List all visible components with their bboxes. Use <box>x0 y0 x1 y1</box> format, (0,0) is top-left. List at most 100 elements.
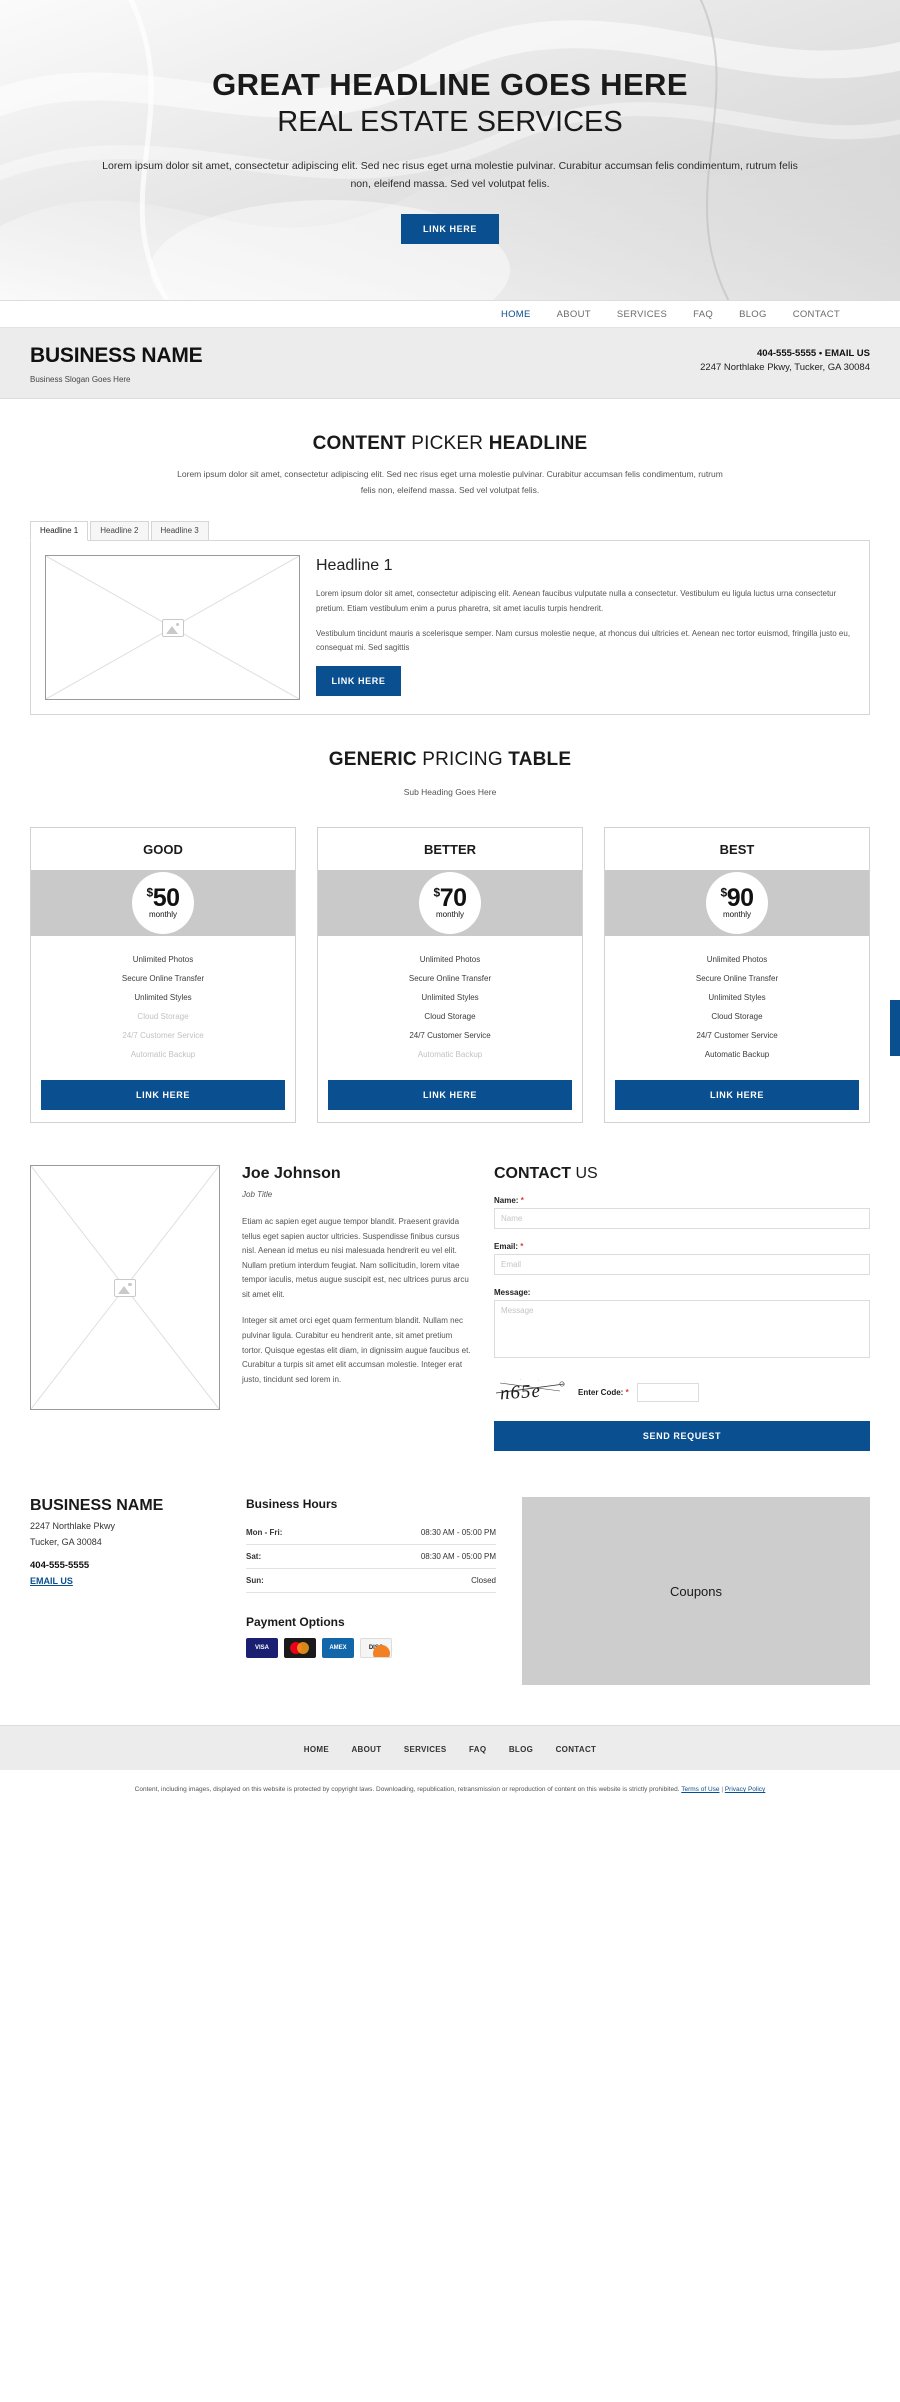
nav-item-faq[interactable]: FAQ <box>693 309 713 320</box>
email-input[interactable] <box>494 1254 870 1276</box>
footer-nav-blog[interactable]: BLOG <box>509 1745 533 1754</box>
content-tabs: Headline 1 Headline 2 Headline 3 Headlin… <box>30 520 870 716</box>
footer-nav-home[interactable]: HOME <box>304 1745 329 1754</box>
plan-price-band-good: $50 monthly <box>31 870 295 937</box>
captcha-image: . · · n65e <box>494 1377 570 1408</box>
footer-nav-about[interactable]: ABOUT <box>351 1745 381 1754</box>
captcha-row: . · · n65e Enter Code: * <box>494 1377 870 1408</box>
pricing-subheading: Sub Heading Goes Here <box>403 787 497 798</box>
plan-name-best: BEST <box>719 842 755 858</box>
plan-feature-disabled: Automatic Backup <box>417 1050 483 1060</box>
legal-bar: Content, including images, displayed on … <box>0 1770 900 1816</box>
bio-job-title: Job Title <box>242 1190 273 1200</box>
bio-person-name: Joe Johnson <box>242 1165 341 1183</box>
send-request-button[interactable]: SEND REQUEST <box>494 1421 870 1452</box>
contact-title-part2: US <box>575 1165 598 1183</box>
privacy-policy-link[interactable]: Privacy Policy <box>725 1786 765 1793</box>
plan-amount-value-good: 50 <box>152 883 180 912</box>
bio-content: Joe Johnson Job Title Etiam ac sapien eg… <box>242 1165 472 1451</box>
tab-headline-1[interactable]: Headline 1 <box>30 521 89 542</box>
plan-feature: Unlimited Styles <box>421 993 479 1003</box>
pricing-card-best: BEST $90 monthly Unlimited Photos Secure… <box>604 827 870 1124</box>
business-slogan: Business Slogan Goes Here <box>30 375 131 384</box>
pricing-header: GENERIC PRICING TABLE Sub Heading Goes H… <box>30 749 870 801</box>
plan-name-better: BETTER <box>424 842 476 858</box>
hours-time: 08:30 AM - 05:00 PM <box>327 1544 496 1570</box>
tab-paragraph-1: Lorem ipsum dolor sit amet, consectetur … <box>316 589 837 613</box>
hero-link-button[interactable]: LINK HERE <box>401 213 499 244</box>
tab-headline-3[interactable]: Headline 3 <box>150 521 209 541</box>
pricing-title-part2: PRICING <box>422 749 503 771</box>
footer-nav-services[interactable]: SERVICES <box>404 1745 447 1754</box>
footer-nav-contact[interactable]: CONTACT <box>556 1745 597 1754</box>
email-label-text: Email: <box>494 1242 519 1252</box>
plan-amount-value-better: 70 <box>439 883 467 912</box>
plan-link-button-good[interactable]: LINK HERE <box>41 1080 285 1111</box>
side-edge-tab[interactable] <box>890 1000 900 1056</box>
tab-content: Headline 1 Lorem ipsum dolor sit amet, c… <box>316 555 855 700</box>
content-picker-title-part2: PICKER <box>411 433 484 454</box>
hours-day: Mon - Fri: <box>246 1521 328 1546</box>
nav-item-blog[interactable]: BLOG <box>739 309 767 320</box>
nav-item-about[interactable]: ABOUT <box>557 309 591 320</box>
image-placeholder-icon <box>114 1278 136 1297</box>
terms-of-use-link[interactable]: Terms of Use <box>681 1786 719 1793</box>
tab-link-button[interactable]: LINK HERE <box>316 665 401 696</box>
discover-icon: DISC <box>360 1638 392 1659</box>
business-phone-email[interactable]: 404-555-5555 • EMAIL US <box>700 348 870 359</box>
plan-link-button-best[interactable]: LINK HERE <box>615 1080 859 1111</box>
contact-form: CONTACT US Name: * Email: * Message: . · <box>494 1165 870 1452</box>
footer-address-line-1: 2247 Northlake Pkwy <box>30 1521 116 1532</box>
pricing-cards: GOOD $50 monthly Unlimited Photos Secure… <box>30 827 870 1124</box>
footer-business-name: BUSINESS NAME <box>30 1497 164 1515</box>
contact-title-part1: CONTACT <box>494 1165 572 1183</box>
plan-price-circle-good: $50 monthly <box>132 872 194 935</box>
business-name: BUSINESS NAME <box>30 344 203 367</box>
email-field-label: Email: * <box>494 1242 870 1251</box>
content-picker-header: CONTENT PICKER HEADLINE Lorem ipsum dolo… <box>30 433 870 498</box>
captcha-code-input[interactable] <box>636 1382 699 1402</box>
visa-icon: VISA <box>246 1638 278 1659</box>
business-hours-title: Business Hours <box>246 1497 338 1512</box>
content-picker-title: CONTENT PICKER HEADLINE <box>30 433 870 455</box>
plan-price-band-best: $90 monthly <box>605 870 869 937</box>
footer-nav-faq[interactable]: FAQ <box>469 1745 486 1754</box>
plan-feature: Unlimited Styles <box>708 993 766 1003</box>
plan-feature: Secure Online Transfer <box>408 974 492 984</box>
hours-row: Sun: Closed <box>246 1568 496 1594</box>
tab-headline-2[interactable]: Headline 2 <box>90 521 149 541</box>
hours-day: Sun: <box>246 1568 328 1594</box>
tab-image-placeholder <box>45 555 300 701</box>
pricing-card-better: BETTER $70 monthly Unlimited Photos Secu… <box>317 827 583 1124</box>
pricing-section: GENERIC PRICING TABLE Sub Heading Goes H… <box>0 749 900 801</box>
contact-title: CONTACT US <box>494 1165 870 1183</box>
nav-item-home[interactable]: HOME <box>501 309 531 320</box>
hero-banner: GREAT HEADLINE GOES HERE REAL ESTATE SER… <box>0 0 900 300</box>
business-hours-table: Mon - Fri: 08:30 AM - 05:00 PM Sat: 08:3… <box>246 1521 496 1594</box>
plan-feature: 24/7 Customer Service <box>696 1031 778 1041</box>
content-picker-subtitle: Lorem ipsum dolor sit amet, consectetur … <box>177 469 723 495</box>
footer-phone: 404-555-5555 <box>30 1560 90 1572</box>
plan-period-good: monthly <box>148 910 177 920</box>
name-input[interactable] <box>494 1208 870 1230</box>
plan-feature: Cloud Storage <box>424 1012 476 1022</box>
nav-item-contact[interactable]: CONTACT <box>793 309 840 320</box>
plan-link-button-better[interactable]: LINK HERE <box>328 1080 572 1111</box>
nav-item-services[interactable]: SERVICES <box>617 309 667 320</box>
tab-strip: Headline 1 Headline 2 Headline 3 <box>30 520 870 542</box>
coupons-panel[interactable]: Coupons <box>522 1497 870 1686</box>
hours-day: Sat: <box>246 1544 328 1570</box>
footer-email-link[interactable]: EMAIL US <box>30 1576 73 1586</box>
plan-features-good: Unlimited Photos Secure Online Transfer … <box>31 936 295 1074</box>
plan-feature-disabled: Cloud Storage <box>137 1012 189 1022</box>
message-textarea[interactable] <box>494 1300 870 1359</box>
bio-paragraph-1: Etiam ac sapien eget augue tempor blandi… <box>242 1217 469 1299</box>
plan-amount-good: $50 <box>147 883 180 912</box>
plan-feature: Cloud Storage <box>711 1012 763 1022</box>
footer-navigation: HOME ABOUT SERVICES FAQ BLOG CONTACT <box>0 1725 900 1771</box>
name-field-label: Name: * <box>494 1196 870 1205</box>
footer-address-line-2: Tucker, GA 30084 <box>30 1537 102 1548</box>
plan-amount-better: $70 <box>434 883 467 912</box>
pricing-title: GENERIC PRICING TABLE <box>30 749 870 771</box>
pricing-card-good: GOOD $50 monthly Unlimited Photos Secure… <box>30 827 296 1124</box>
